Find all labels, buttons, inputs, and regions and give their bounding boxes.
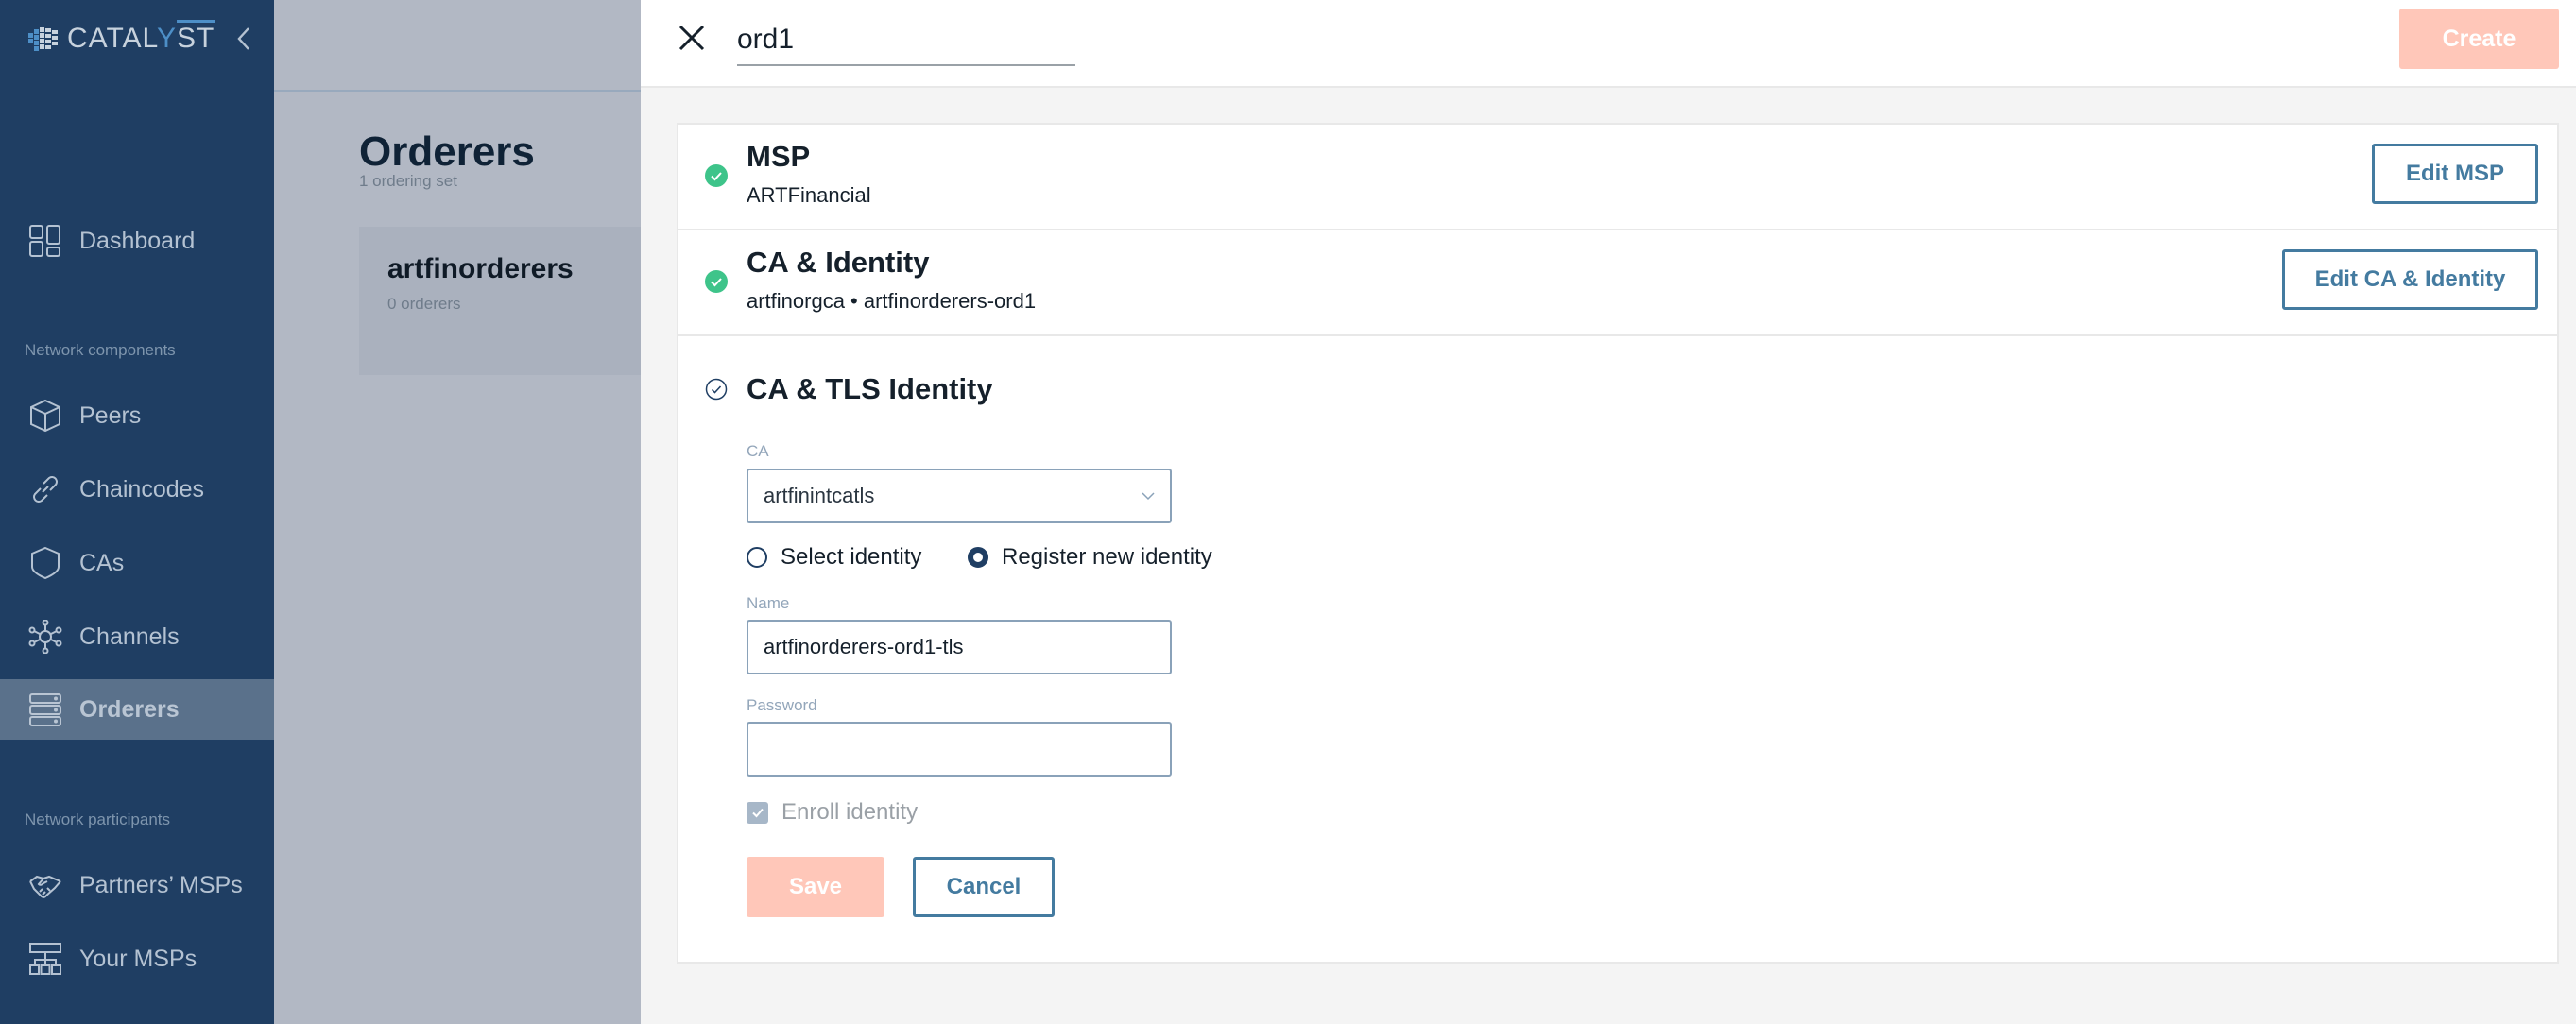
brand-name: CATALYST — [67, 23, 215, 54]
org-chart-icon — [28, 942, 62, 976]
ca-field-label: CA — [747, 442, 769, 460]
ordering-set-count: 0 orderers — [387, 295, 461, 313]
radio-select-identity[interactable]: Select identity — [747, 544, 921, 571]
sidebar-item-your-msps[interactable]: Your MSPs — [0, 929, 274, 989]
sidebar-item-label: Channels — [79, 623, 180, 650]
sidebar-item-orderers[interactable]: Orderers — [0, 679, 274, 740]
brand-logo[interactable]: CATALYST — [28, 23, 215, 55]
divider — [274, 90, 641, 92]
radio-unselected-icon — [747, 547, 767, 568]
sidebar-item-label: Orderers — [79, 695, 180, 723]
identity-name-input[interactable] — [747, 620, 1172, 674]
orderer-name-input[interactable] — [737, 15, 1075, 66]
sidebar-item-dashboard[interactable]: Dashboard — [0, 211, 274, 271]
step-ca-identity: CA & Identity artfinorgca • artfinordere… — [678, 230, 2557, 336]
step-msp: MSP ARTFinancial Edit MSP — [678, 125, 2557, 230]
step-title: MSP — [747, 140, 811, 173]
chevron-down-icon — [1142, 492, 1155, 501]
sidebar-item-label: CAs — [79, 549, 125, 576]
check-circle-outline-icon — [705, 378, 728, 401]
cube-grid-icon — [28, 27, 58, 51]
panel-header: Create — [641, 0, 2576, 88]
sidebar-item-label: Peers — [79, 401, 142, 429]
steps-card: MSP ARTFinancial Edit MSP CA & Identity … — [677, 123, 2559, 964]
dashboard-icon — [28, 224, 62, 258]
radio-label: Select identity — [781, 544, 922, 570]
cancel-button[interactable]: Cancel — [913, 857, 1055, 917]
sidebar: CATALYST Dashboard Network components Pe… — [0, 0, 274, 1024]
radio-label: Register new identity — [1002, 544, 1212, 570]
ca-select[interactable]: artfinintcatls — [747, 469, 1172, 523]
create-button[interactable]: Create — [2399, 9, 2559, 69]
checkbox-checked-icon — [747, 801, 768, 824]
sidebar-item-chaincodes[interactable]: Chaincodes — [0, 459, 274, 520]
sidebar-item-label: Dashboard — [79, 227, 196, 254]
sidebar-item-label: Your MSPs — [79, 945, 197, 972]
orderers-page-background: Orderers 1 ordering set artfinorderers 0… — [274, 0, 641, 1024]
cube-icon — [28, 399, 62, 433]
handshake-icon — [28, 868, 62, 902]
edit-msp-button[interactable]: Edit MSP — [2372, 144, 2538, 204]
check-circle-filled-icon — [705, 270, 728, 293]
ca-select-value: artfinintcatls — [764, 484, 875, 507]
ordering-set-card[interactable]: artfinorderers 0 orderers — [359, 227, 641, 375]
save-button[interactable]: Save — [747, 857, 884, 917]
sidebar-item-cas[interactable]: CAs — [0, 533, 274, 593]
step-subtitle: artfinorgca • artfinorderers-ord1 — [747, 289, 1037, 313]
password-field-label: Password — [747, 696, 817, 714]
edit-ca-identity-button[interactable]: Edit CA & Identity — [2282, 249, 2538, 310]
section-label-network-components: Network components — [25, 341, 176, 359]
name-field-label: Name — [747, 594, 790, 612]
identity-password-input[interactable] — [747, 722, 1172, 777]
radio-register-new-identity[interactable]: Register new identity — [968, 544, 1212, 571]
server-stack-icon — [28, 692, 62, 726]
step-subtitle: ARTFinancial — [747, 183, 871, 207]
sidebar-item-label: Chaincodes — [79, 475, 205, 503]
chevron-left-icon[interactable] — [234, 25, 253, 53]
radio-selected-icon — [968, 547, 988, 568]
sidebar-item-channels[interactable]: Channels — [0, 606, 274, 667]
sidebar-item-peers[interactable]: Peers — [0, 385, 274, 446]
network-hub-icon — [28, 620, 62, 654]
step-title: CA & Identity — [747, 246, 930, 279]
shield-icon — [28, 546, 62, 580]
page-subtitle: 1 ordering set — [359, 172, 457, 190]
step-title: CA & TLS Identity — [747, 372, 993, 405]
section-label-network-participants: Network participants — [25, 811, 171, 828]
enroll-identity-checkbox[interactable]: Enroll identity — [747, 799, 918, 826]
ordering-set-name: artfinorderers — [387, 253, 574, 284]
create-orderer-panel: Create MSP ARTFinancial Edit MSP CA & Id… — [641, 0, 2576, 1024]
page-title: Orderers — [359, 128, 535, 175]
sidebar-item-partners-msps[interactable]: Partners’ MSPs — [0, 855, 274, 915]
close-icon[interactable] — [675, 21, 709, 55]
sidebar-item-label: Partners’ MSPs — [79, 871, 243, 898]
link-icon — [28, 472, 62, 506]
checkbox-label: Enroll identity — [781, 799, 919, 825]
check-circle-filled-icon — [705, 164, 728, 187]
